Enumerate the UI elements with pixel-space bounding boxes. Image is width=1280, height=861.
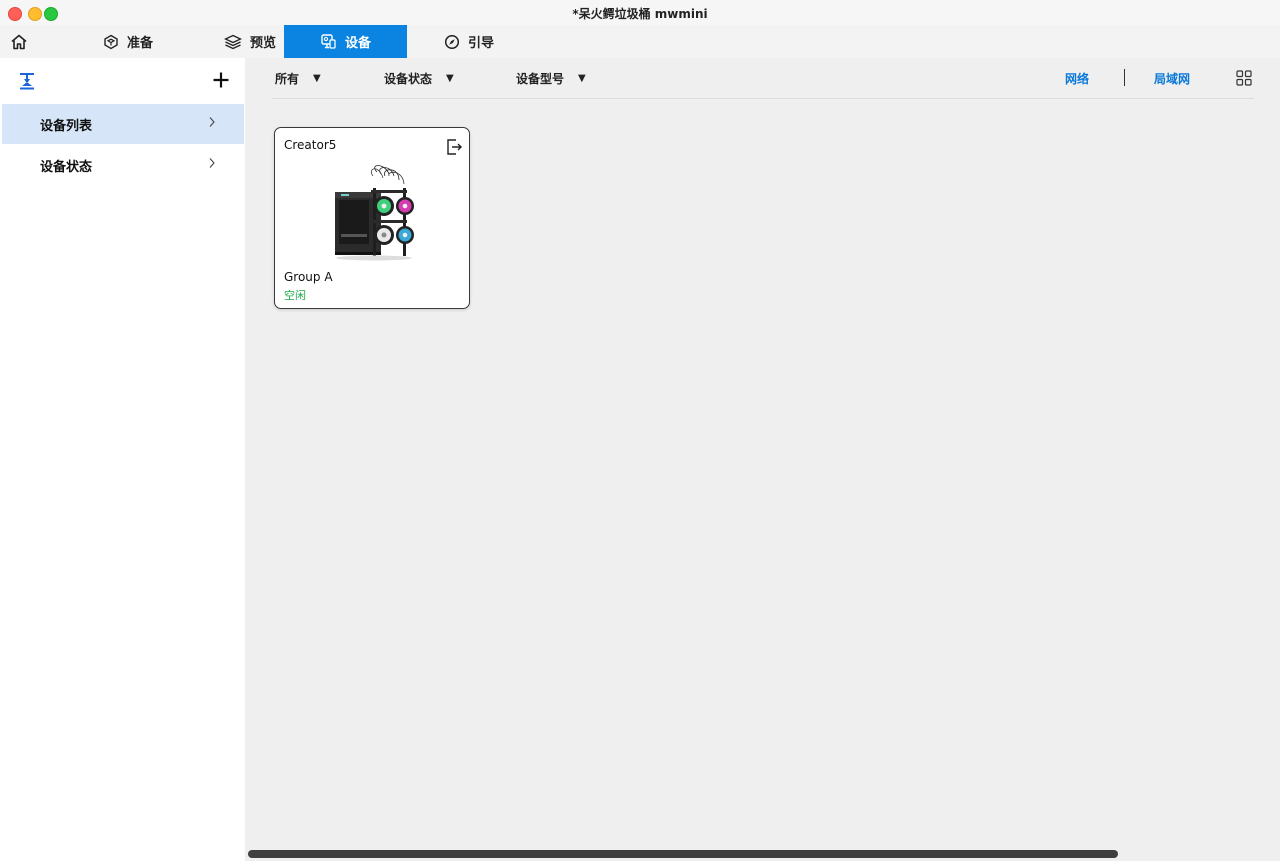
- main-content: 所有 ▼ 设备状态 ▼ 设备型号 ▼ 网络 局域网 Creator5 Group…: [246, 58, 1280, 861]
- sidebar-item-label: 设备状态: [40, 159, 93, 175]
- sidebar-item-device-list[interactable]: 设备列表: [2, 104, 244, 144]
- tab-prepare[interactable]: 准备: [68, 25, 188, 58]
- tab-bar: 准备 预览 设备 引导: [0, 25, 1280, 58]
- sidebar: 设备列表 设备状态: [0, 58, 245, 861]
- home-icon: [11, 34, 27, 50]
- device-group: Group A: [284, 270, 333, 284]
- plus-icon: [213, 72, 229, 88]
- app-window: *呆火鳄垃圾桶 mwmini 准备 预览 设备 引导 设备列表 设备状态 所有 …: [0, 0, 1280, 861]
- tab-guide-label: 引导: [468, 36, 495, 51]
- filter-all-dropdown[interactable]: 所有 ▼: [275, 70, 321, 87]
- tab-preview-label: 预览: [249, 36, 276, 51]
- device-card[interactable]: Creator5 Group A 空闲: [274, 127, 470, 309]
- tab-guide[interactable]: 引导: [440, 25, 564, 58]
- network-cloud-link[interactable]: 网络: [1065, 70, 1089, 87]
- exit-icon[interactable]: [445, 138, 463, 156]
- filter-model-label: 设备型号: [516, 72, 565, 86]
- tab-device[interactable]: 设备: [284, 25, 407, 58]
- device-status: 空闲: [284, 289, 306, 302]
- filter-status-label: 设备状态: [384, 72, 433, 86]
- filter-bar: 所有 ▼ 设备状态 ▼ 设备型号 ▼ 网络 局域网: [272, 58, 1254, 99]
- printer-image: [335, 165, 414, 261]
- tab-device-label: 设备: [344, 36, 371, 51]
- filter-model-dropdown[interactable]: 设备型号 ▼: [516, 70, 586, 87]
- filter-all-label: 所有: [275, 72, 300, 86]
- device-icon: [321, 34, 336, 49]
- chevron-right-icon: [209, 158, 215, 168]
- add-device-button[interactable]: [210, 69, 232, 91]
- compass-icon: [444, 34, 460, 49]
- sidebar-item-label: 设备列表: [40, 118, 93, 134]
- sidebar-item-device-status[interactable]: 设备状态: [2, 145, 244, 185]
- caret-down-icon: ▼: [313, 73, 321, 84]
- chevron-right-icon: [209, 117, 215, 127]
- filter-status-dropdown[interactable]: 设备状态 ▼: [384, 70, 454, 87]
- horizontal-scrollbar[interactable]: [248, 850, 1118, 858]
- prepare-cube-icon: [104, 34, 118, 49]
- title-bar: *呆火鳄垃圾桶 mwmini: [0, 0, 1280, 26]
- network-lan-link[interactable]: 局域网: [1154, 70, 1190, 87]
- window-title: *呆火鳄垃圾桶 mwmini: [572, 7, 708, 21]
- grid-view-icon[interactable]: [1236, 70, 1252, 86]
- home-button[interactable]: [8, 31, 30, 53]
- network-separator: [1124, 69, 1125, 86]
- device-name: Creator5: [284, 138, 337, 152]
- tab-prepare-label: 准备: [126, 36, 153, 51]
- printer-logo-icon: [20, 73, 34, 90]
- layers-icon: [223, 34, 242, 49]
- caret-down-icon: ▼: [578, 73, 586, 84]
- caret-down-icon: ▼: [446, 73, 454, 84]
